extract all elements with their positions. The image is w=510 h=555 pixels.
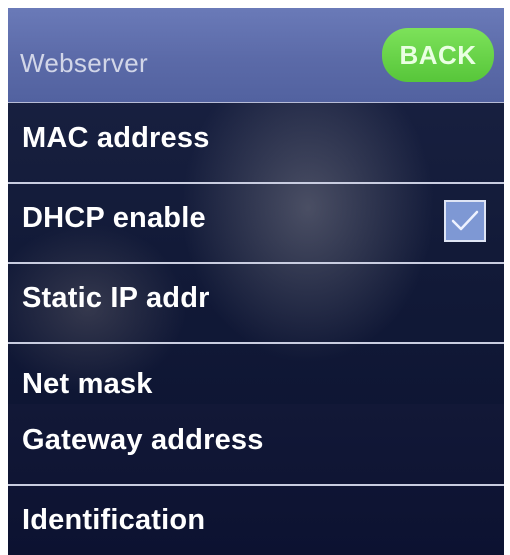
menu-item-dhcp-enable[interactable]: DHCP enable (8, 184, 504, 264)
page-title: Webserver (20, 48, 148, 78)
checkmark-icon (451, 210, 479, 231)
device-screen: Webserver BACK MAC address DHCP enable S… (8, 8, 504, 555)
menu-item-net-mask[interactable]: Net mask (8, 344, 504, 405)
menu-item-label: DHCP enable (22, 202, 206, 234)
dhcp-enable-checkbox[interactable] (444, 200, 486, 242)
menu-item-label: MAC address (22, 122, 210, 154)
menu-item-identification[interactable]: Identification (8, 486, 504, 555)
menu-item-label: Identification (22, 504, 206, 536)
header-bar: Webserver BACK (8, 8, 504, 103)
menu-item-label: Gateway address (22, 424, 264, 456)
menu-item-label: Static IP addr (22, 282, 210, 314)
back-button[interactable]: BACK (382, 28, 494, 82)
menu-item-mac-address[interactable]: MAC address (8, 104, 504, 184)
menu-item-gateway-address[interactable]: Gateway address (8, 406, 504, 486)
menu-item-static-ip-addr[interactable]: Static IP addr (8, 264, 504, 344)
menu-item-label: Net mask (22, 368, 153, 400)
